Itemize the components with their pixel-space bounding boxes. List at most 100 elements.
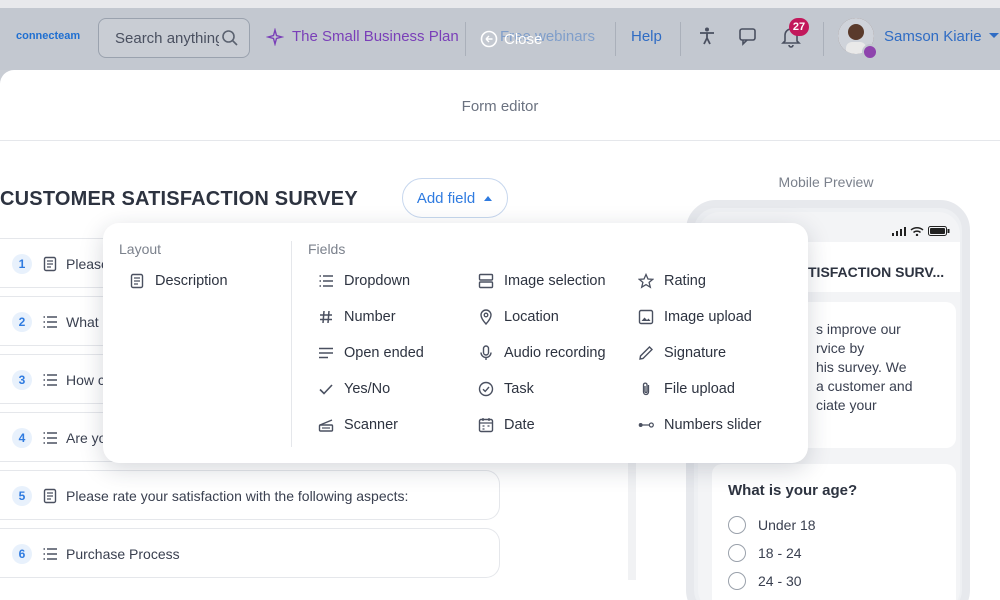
close-button[interactable]: Close [480,28,542,50]
intro-text: s improve our rvice by his survey. We a … [816,320,940,415]
question-text: Purchase Process [66,546,180,562]
radio-button[interactable] [728,544,746,562]
search-input[interactable]: Search anything [115,30,219,47]
field-option-label: Number [344,309,396,325]
image-icon [638,309,654,325]
phone-survey-title: TISFACTION SURV... [808,264,945,280]
scanner-icon [318,419,334,432]
question-text: Are yo [66,430,107,446]
fields-heading: Fields [308,241,346,257]
search-box[interactable]: Search anything [98,18,250,58]
field-option-label: Date [504,417,535,433]
list-icon [43,374,57,386]
question-number: 5 [12,486,32,506]
slider-icon [638,422,654,428]
field-option-number[interactable]: Number [318,309,396,325]
signal-icon [892,227,906,236]
field-option-label: Numbers slider [664,417,762,433]
list-icon [43,316,57,328]
age-option[interactable]: 24 - 30 [728,572,802,590]
field-option-scanner[interactable]: Scanner [318,417,398,433]
paperclip-icon [642,382,650,396]
field-option-signature[interactable]: Signature [638,345,726,361]
intro-line: rvice by [816,340,865,356]
search-icon [222,30,238,46]
question-item[interactable]: 5 Please rate your satisfaction with the… [0,470,500,520]
list-icon [43,432,57,444]
description-icon [43,488,57,504]
wifi-icon [910,226,924,236]
question-text: What [66,314,99,330]
check-circle-icon [478,381,494,397]
scrollbar[interactable] [628,460,636,580]
intro-line: his survey. We [816,359,907,375]
field-option-description[interactable]: Description [129,273,228,289]
close-label: Close [504,30,543,48]
field-option-file-upload[interactable]: File upload [638,381,735,397]
mobile-preview-label: Mobile Preview [778,174,874,190]
header-divider [680,22,681,56]
list-icon [319,275,333,287]
field-option-open-ended[interactable]: Open ended [318,345,424,361]
question-number: 2 [12,312,32,332]
field-option-date[interactable]: Date [478,417,535,433]
chat-icon[interactable] [738,26,760,46]
field-option-label: Dropdown [344,273,411,289]
panel-header: Form editor [0,70,1000,141]
age-option-label: 24 - 30 [758,573,802,589]
field-option-numbers-slider[interactable]: Numbers slider [638,417,762,433]
microphone-icon [480,345,492,360]
notification-badge: 27 [789,18,809,36]
field-option-label: File upload [664,381,735,397]
app-logo[interactable]: connecteam [16,30,80,42]
question-number: 4 [12,428,32,448]
radio-button[interactable] [728,516,746,534]
survey-title[interactable]: CUSTOMER SATISFACTION SURVEY [0,188,358,211]
list-icon [43,548,57,560]
field-option-image-upload[interactable]: Image upload [638,309,752,325]
field-option-dropdown[interactable]: Dropdown [318,273,410,289]
panel-title: Form editor [461,98,539,115]
calendar-icon [478,418,494,433]
field-option-rating[interactable]: Rating [638,273,706,289]
age-option[interactable]: 18 - 24 [728,544,802,562]
field-option-label: Image upload [664,309,752,325]
field-option-task[interactable]: Task [478,381,534,397]
add-field-label: Add field [416,189,476,207]
field-option-label: Yes/No [344,381,391,397]
radio-button[interactable] [728,572,746,590]
field-option-label: Scanner [344,417,399,433]
user-name[interactable]: Samson Kiarie [884,28,982,45]
field-option-label: Image selection [504,273,606,289]
age-question-card: What is your age? Under 18 18 - 24 24 - … [712,464,956,600]
plan-link[interactable]: The Small Business Plan [292,28,459,45]
app-header: connecteam Search anything The Small Bus… [0,8,1000,70]
intro-line: s improve our [816,321,901,337]
question-number: 6 [12,544,32,564]
question-item[interactable]: 6 Purchase Process [0,528,500,578]
intro-line: ciate your [816,397,877,413]
field-option-label: Task [504,381,534,397]
field-option-audio-recording[interactable]: Audio recording [478,345,606,361]
image-selection-icon [478,273,494,289]
question-text: Please rate your satisfaction with the f… [66,488,409,504]
popover-divider [291,241,292,447]
field-option-image-selection[interactable]: Image selection [478,273,606,289]
question-number: 3 [12,370,32,390]
star-icon [638,273,654,289]
header-divider [823,22,824,56]
question-number: 1 [12,254,32,274]
age-question: What is your age? [728,482,858,499]
field-option-label: Rating [664,273,706,289]
add-field-button[interactable]: Add field [402,178,508,218]
field-option-yes-no[interactable]: Yes/No [318,381,390,397]
battery-icon [928,226,950,236]
accessibility-icon[interactable] [697,26,717,46]
caret-up-icon [484,196,493,201]
field-option-label: Description [155,273,228,289]
field-option-label: Location [504,309,559,325]
chevron-down-icon[interactable] [988,32,1000,40]
help-link[interactable]: Help [631,28,662,45]
age-option[interactable]: Under 18 [728,516,816,534]
field-option-location[interactable]: Location [478,309,559,325]
